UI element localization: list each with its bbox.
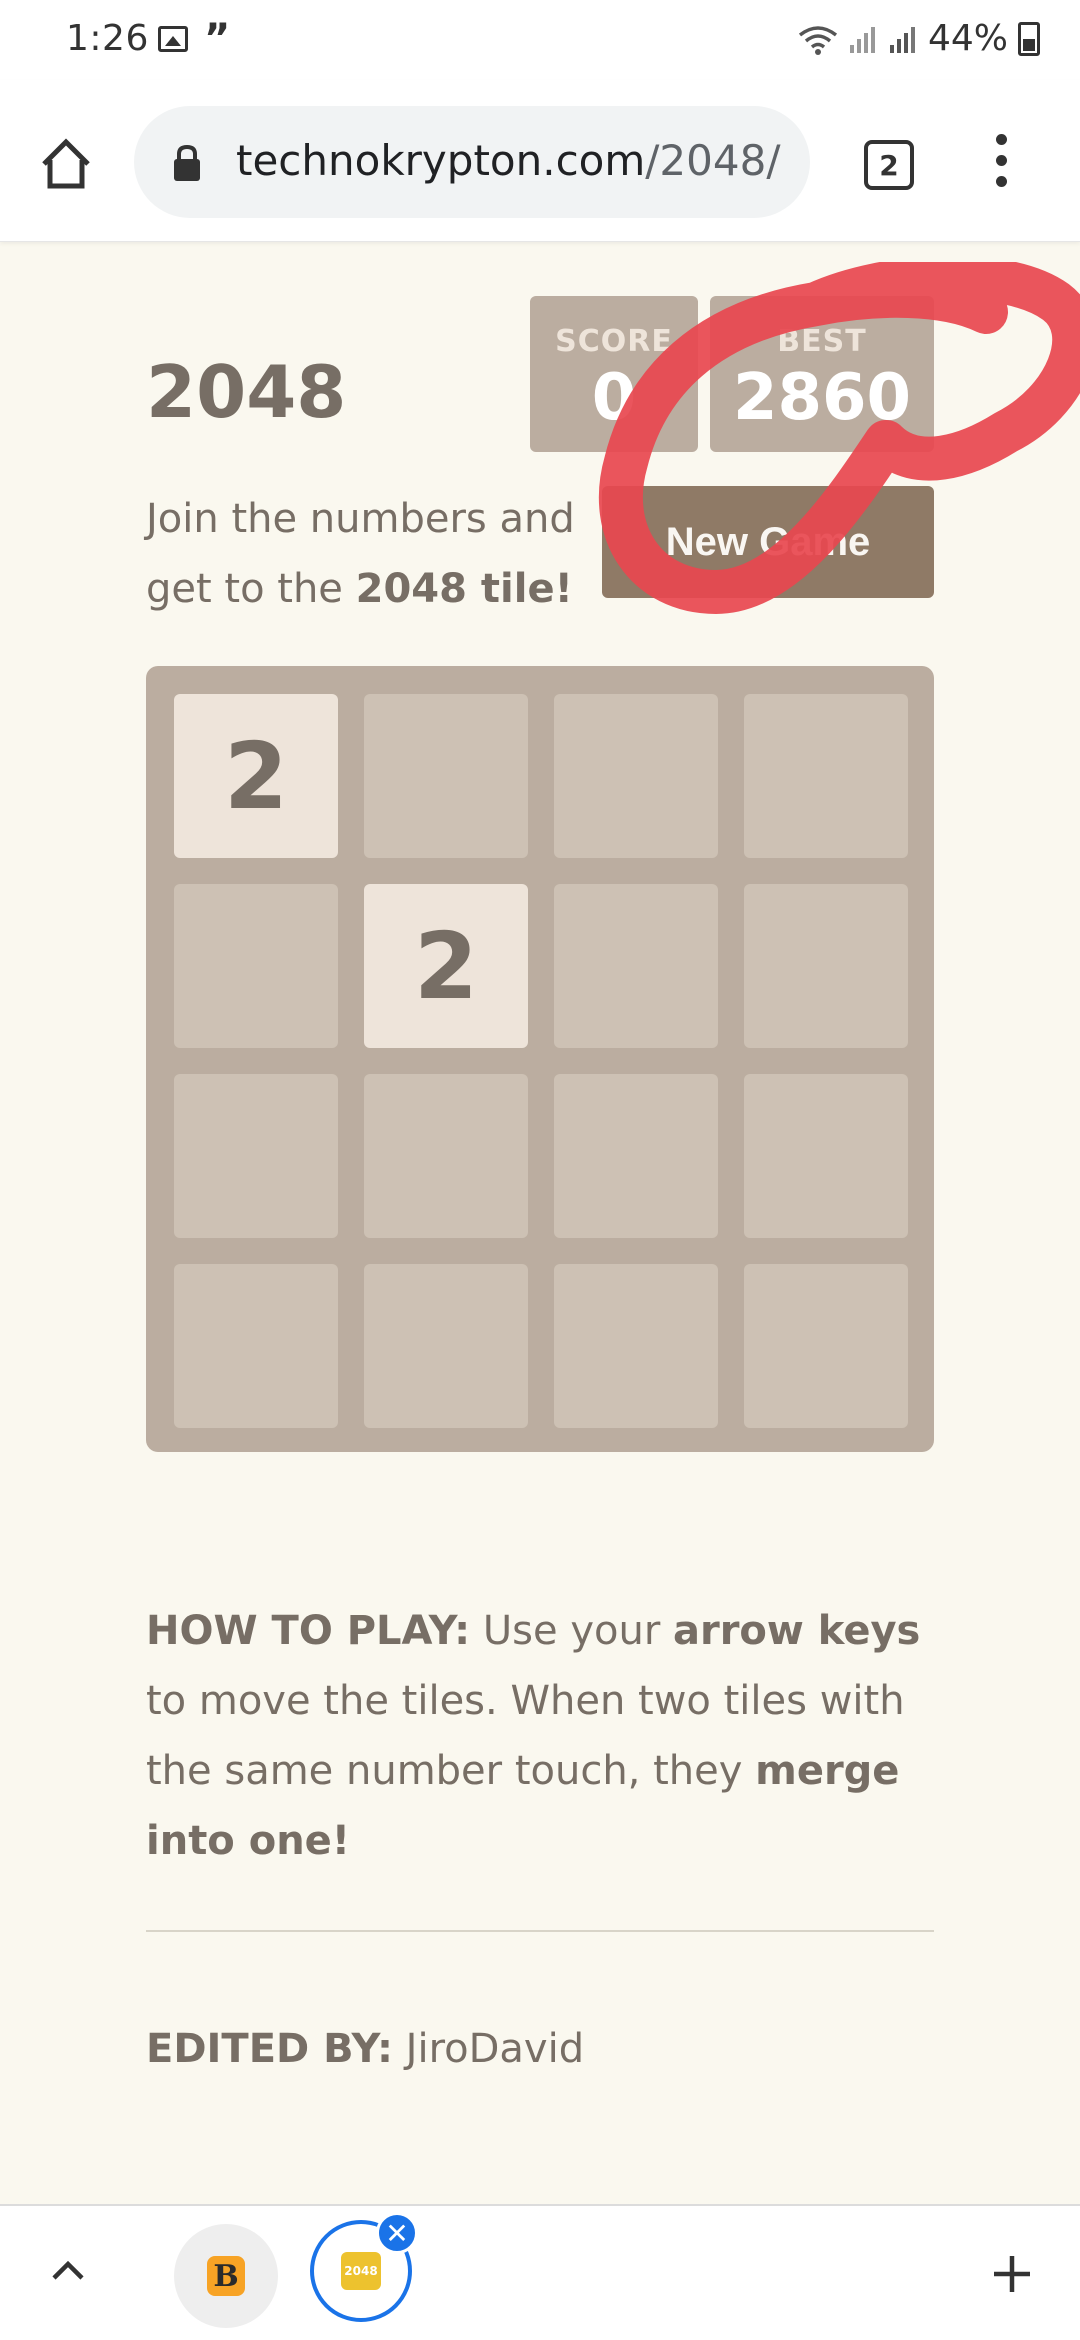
- edited-by: EDITED BY: JiroDavid: [146, 2026, 584, 2072]
- grid-cell-3-3: [744, 1264, 908, 1428]
- grid-cell-3-2: [554, 1264, 718, 1428]
- home-icon[interactable]: [38, 136, 94, 192]
- best-label: BEST: [777, 324, 867, 359]
- grid-cell-1-2: [554, 884, 718, 1048]
- message-notification-icon: ”: [204, 16, 231, 62]
- grid-cell-0-0: 2: [174, 694, 338, 858]
- tab-switcher-button[interactable]: 2: [864, 140, 914, 190]
- browser-toolbar: technokrypton.com/2048/ 2: [0, 80, 1080, 242]
- new-game-button[interactable]: New Game: [602, 486, 934, 598]
- intro-text: Join the numbers and get to the 2048 til…: [146, 484, 586, 624]
- new-tab-plus-icon[interactable]: [990, 2252, 1034, 2296]
- score-value: 0: [591, 361, 637, 435]
- url-domain: technokrypton.com: [236, 136, 646, 185]
- more-options-icon[interactable]: [996, 134, 1008, 194]
- game-grid[interactable]: 2 2: [146, 666, 934, 1452]
- gallery-notification-icon: [158, 26, 188, 52]
- grid-cell-2-1: [364, 1074, 528, 1238]
- grid-cell-3-0: [174, 1264, 338, 1428]
- grid-cell-3-1: [364, 1264, 528, 1428]
- game-title: 2048: [146, 350, 347, 434]
- intro-text-bold: 2048 tile!: [355, 566, 573, 612]
- grid-cell-2-0: [174, 1074, 338, 1238]
- lock-icon: [174, 144, 200, 181]
- grid-cell-2-3: [744, 1074, 908, 1238]
- how-to-play-text-1: Use your: [470, 1608, 673, 1654]
- url-text: technokrypton.com/2048/: [236, 136, 780, 185]
- score-label: SCORE: [555, 324, 673, 359]
- tab-thumbnail-b[interactable]: B: [174, 2224, 278, 2328]
- score-box: SCORE 0: [530, 296, 698, 452]
- grid-cell-2-2: [554, 1074, 718, 1238]
- how-to-play-bold-1: arrow keys: [672, 1608, 921, 1654]
- grid-cell-0-1: [364, 694, 528, 858]
- grid-cell-0-3: [744, 694, 908, 858]
- grid-cell-1-1: 2: [364, 884, 528, 1048]
- grid-cell-0-2: [554, 694, 718, 858]
- how-to-play: HOW TO PLAY: Use your arrow keys to move…: [146, 1596, 934, 1876]
- how-to-play-heading: HOW TO PLAY:: [146, 1608, 471, 1654]
- wifi-icon: [798, 25, 838, 55]
- logo-2048-icon: 2048: [341, 2252, 381, 2290]
- battery-icon: [1018, 21, 1040, 56]
- best-score-box: BEST 2860: [710, 296, 934, 452]
- close-tab-icon[interactable]: ✕: [376, 2212, 418, 2254]
- status-time: 1:26: [66, 18, 149, 59]
- chevron-up-icon[interactable]: [50, 2258, 86, 2282]
- status-right: 44%: [798, 18, 1040, 59]
- address-bar[interactable]: technokrypton.com/2048/: [134, 106, 810, 218]
- bottom-tab-bar: B 2048 ✕: [0, 2204, 1080, 2340]
- edited-by-label: EDITED BY:: [146, 2026, 393, 2072]
- url-path: /2048/: [645, 136, 781, 185]
- status-bar: 1:26 ” 44%: [0, 0, 1080, 80]
- grid-cell-1-0: [174, 884, 338, 1048]
- signal-icon-1: [849, 26, 875, 53]
- divider: [146, 1930, 934, 1932]
- best-value: 2860: [732, 361, 912, 435]
- signal-icon-2: [889, 26, 915, 53]
- grid-cell-1-3: [744, 884, 908, 1048]
- edited-by-name: JiroDavid: [392, 2026, 585, 2072]
- battery-percent: 44%: [927, 18, 1008, 59]
- b-logo-icon: B: [207, 2256, 245, 2296]
